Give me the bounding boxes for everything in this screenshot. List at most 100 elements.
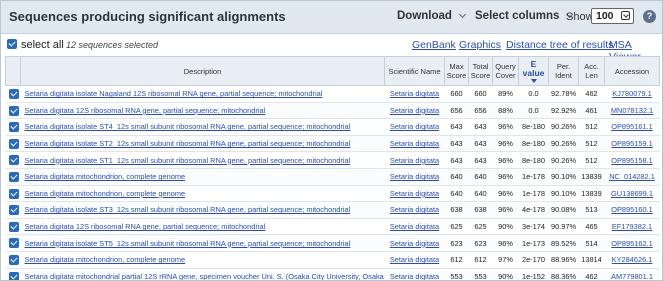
row-checkbox[interactable] bbox=[8, 138, 19, 149]
row-checkbox[interactable] bbox=[8, 271, 19, 280]
header-accession[interactable]: Accession bbox=[604, 56, 660, 86]
description-link[interactable]: Setaria digitata isolate ST1_12s small s… bbox=[25, 156, 351, 165]
total-score-cell: 612 bbox=[474, 255, 487, 265]
header-per-ident[interactable]: Per. Ident bbox=[548, 56, 579, 86]
row-checkbox[interactable] bbox=[8, 238, 19, 249]
description-cell: Setaria digitata mitochondrion, complete… bbox=[20, 168, 385, 186]
select-all-checkbox[interactable] bbox=[7, 39, 17, 49]
max-score-cell: 643 bbox=[450, 122, 463, 132]
row-checkbox[interactable] bbox=[8, 205, 19, 216]
description-link[interactable]: Setaria digitata mitochondrion, complete… bbox=[25, 189, 186, 198]
scientific-name-link[interactable]: Setaria digitata bbox=[390, 222, 439, 231]
accession-cell: KJ780079.1 bbox=[604, 85, 660, 103]
accession-cell: GU138699.1 bbox=[604, 185, 660, 203]
accession-cell: OP895160.1 bbox=[604, 201, 660, 219]
per-ident-cell: 90.97% bbox=[550, 222, 577, 232]
scientific-name-link[interactable]: Setaria digitata bbox=[390, 239, 439, 248]
table-row: Setaria digitata isolate ST3_12s small s… bbox=[5, 201, 660, 219]
acc-len-cell: 13839 bbox=[578, 185, 605, 203]
per-ident-cell: 89.52% bbox=[548, 234, 579, 252]
scientific-name-link[interactable]: Setaria digitata bbox=[390, 89, 439, 98]
row-checkbox[interactable] bbox=[8, 89, 19, 99]
row-checkbox[interactable] bbox=[8, 155, 19, 166]
description-link[interactable]: Setaria digitata isolate ST4_12s small s… bbox=[25, 122, 351, 131]
row-checkbox[interactable] bbox=[8, 105, 19, 116]
accession-link[interactable]: MN078132.1 bbox=[611, 106, 653, 115]
total-score-cell: 612 bbox=[468, 251, 493, 269]
select-columns-menu[interactable]: Select columns bbox=[475, 10, 574, 22]
accession-link[interactable]: GU138699.1 bbox=[611, 189, 653, 198]
header-total-score[interactable]: Total Score bbox=[468, 56, 493, 86]
row-checkbox[interactable] bbox=[8, 254, 19, 265]
description-link[interactable]: Setaria digitata 12S ribosomal RNA gene,… bbox=[25, 106, 266, 115]
max-score-cell: 656 bbox=[444, 102, 469, 120]
show-count-select[interactable]: 100 bbox=[591, 8, 634, 24]
header-max-score[interactable]: Max Score bbox=[444, 56, 469, 86]
row-select-cell bbox=[5, 185, 21, 203]
total-score-cell: 640 bbox=[474, 188, 487, 198]
e-value-cell: 2e-170 bbox=[521, 255, 545, 265]
graphics-link[interactable]: Graphics bbox=[459, 39, 501, 51]
accession-link[interactable]: EF179382.1 bbox=[612, 222, 652, 231]
acc-len-cell: 13839 bbox=[578, 168, 605, 186]
total-score-cell: 623 bbox=[474, 238, 487, 248]
header-scientific-name[interactable]: Scientific Name bbox=[384, 56, 445, 86]
description-link[interactable]: Setaria digitata isolate ST5_12s small s… bbox=[25, 239, 351, 248]
scientific-name-link[interactable]: Setaria digitata bbox=[390, 255, 439, 264]
query-cover-cell: 96% bbox=[492, 168, 519, 186]
scientific-name-link[interactable]: Setaria digitata bbox=[390, 272, 439, 280]
total-score-cell: 625 bbox=[474, 222, 487, 232]
sort-desc-icon bbox=[530, 78, 537, 83]
accession-link[interactable]: KY284626.1 bbox=[612, 255, 653, 264]
accession-cell: OP895162.1 bbox=[604, 234, 660, 252]
description-link[interactable]: Setaria digitata mitochondrion, complete… bbox=[25, 255, 186, 264]
accession-link[interactable]: OP895162.1 bbox=[611, 239, 653, 248]
accession-link[interactable]: OP895159.1 bbox=[611, 139, 653, 148]
description-link[interactable]: Setaria digitata isolate ST3_12s small s… bbox=[25, 205, 351, 214]
accession-link[interactable]: OP895161.1 bbox=[611, 122, 653, 131]
scientific-name-link[interactable]: Setaria digitata bbox=[390, 106, 439, 115]
description-link[interactable]: Setaria digitata mitochondrion, complete… bbox=[25, 172, 186, 181]
header-description[interactable]: Description bbox=[20, 56, 385, 86]
max-score-cell: 660 bbox=[444, 85, 469, 103]
e-value-cell: 0.0 bbox=[518, 85, 549, 103]
total-score-cell: 643 bbox=[474, 155, 487, 165]
scientific-name-link[interactable]: Setaria digitata bbox=[390, 156, 439, 165]
description-link[interactable]: Setaria digitata isolate ST2_12s small s… bbox=[25, 139, 351, 148]
header-acc-len[interactable]: Acc. Len bbox=[578, 56, 605, 86]
accession-link[interactable]: NC_014282.1 bbox=[609, 172, 655, 181]
genbank-link[interactable]: GenBank bbox=[412, 39, 456, 51]
accession-link[interactable]: OP895160.1 bbox=[611, 205, 653, 214]
query-cover-cell: 89% bbox=[498, 89, 513, 99]
query-cover-cell: 89% bbox=[492, 85, 519, 103]
row-select-cell bbox=[5, 201, 21, 219]
distance-tree-link[interactable]: Distance tree of results bbox=[506, 39, 613, 51]
row-checkbox[interactable] bbox=[8, 221, 19, 232]
header-query-cover[interactable]: Query Cover bbox=[492, 56, 519, 86]
description-link[interactable]: Setaria digitata 12S ribosomal RNA gene,… bbox=[25, 222, 266, 231]
max-score-cell: 643 bbox=[444, 118, 469, 136]
max-score-cell: 643 bbox=[444, 151, 469, 169]
question-icon[interactable]: ? bbox=[643, 10, 656, 23]
per-ident-cell: 90.26% bbox=[548, 151, 579, 169]
scientific-name-link[interactable]: Setaria digitata bbox=[390, 205, 439, 214]
accession-link[interactable]: KJ780079.1 bbox=[612, 89, 651, 98]
row-checkbox[interactable] bbox=[8, 171, 19, 182]
description-link[interactable]: Setaria digitata isolate Nagaland 12S ri… bbox=[25, 89, 323, 98]
scientific-name-cell: Setaria digitata bbox=[384, 218, 445, 236]
description-link[interactable]: Setaria digitata mitochondrial partial 1… bbox=[25, 272, 385, 280]
scientific-name-link[interactable]: Setaria digitata bbox=[390, 139, 439, 148]
accession-link[interactable]: AM779801.1 bbox=[611, 272, 653, 280]
scientific-name-cell: Setaria digitata bbox=[384, 251, 445, 269]
header-e-value[interactable]: E value bbox=[518, 56, 549, 86]
scientific-name-link[interactable]: Setaria digitata bbox=[390, 189, 439, 198]
row-checkbox[interactable] bbox=[8, 188, 19, 199]
scientific-name-link[interactable]: Setaria digitata bbox=[390, 172, 439, 181]
scientific-name-link[interactable]: Setaria digitata bbox=[390, 122, 439, 131]
row-checkbox[interactable] bbox=[8, 122, 19, 133]
acc-len-cell: 512 bbox=[585, 155, 598, 165]
accession-link[interactable]: OP895158.1 bbox=[611, 156, 653, 165]
download-menu[interactable]: Download bbox=[397, 10, 466, 22]
acc-len-cell: 462 bbox=[585, 271, 598, 281]
max-score-cell: 612 bbox=[450, 255, 463, 265]
